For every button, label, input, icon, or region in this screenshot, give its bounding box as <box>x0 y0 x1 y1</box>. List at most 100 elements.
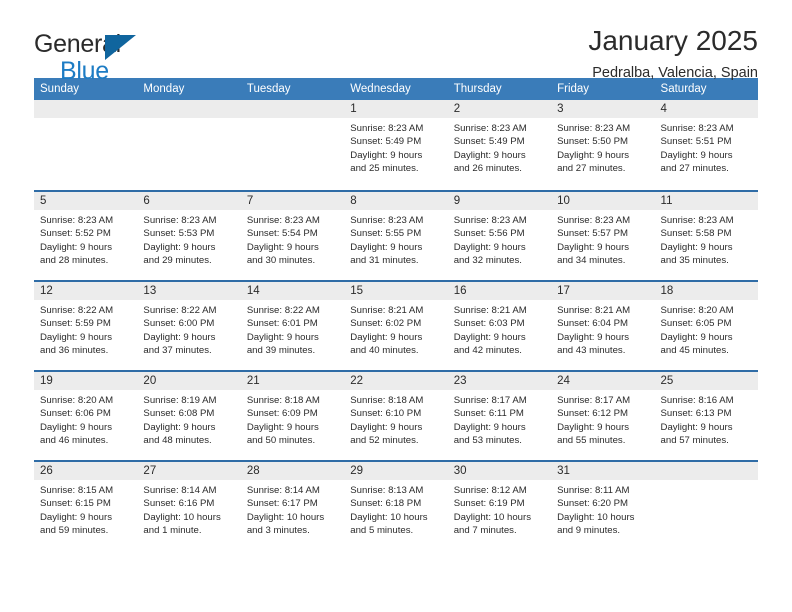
daylight-text-line2: and 50 minutes. <box>246 435 316 447</box>
daylight-text-line1: Daylight: 9 hours <box>246 331 319 343</box>
daylight-text-line2: and 57 minutes. <box>660 435 729 447</box>
day-details: Sunrise: 8:23 AM Sunset: 5:49 PM Daylight:… <box>448 118 551 176</box>
sunset-text: Sunset: 5:52 PM <box>40 228 111 240</box>
day-details: Sunrise: 8:13 AM Sunset: 6:18 PM Daylight:… <box>344 480 447 538</box>
sunset-text: Sunset: 5:54 PM <box>246 228 318 240</box>
logo-flag-icon <box>105 35 136 60</box>
calendar-day-cell[interactable]: 19 Sunrise: 8:20 AM Sunset: 6:06 PM Dayligh… <box>34 372 138 460</box>
calendar-day-cell[interactable]: 26 Sunrise: 8:15 AM Sunset: 6:15 PM Dayligh… <box>34 462 138 550</box>
sunrise-text: Sunrise: 8:12 AM <box>453 485 527 496</box>
calendar-day-cell-empty <box>137 100 241 190</box>
sunrise-text: Sunrise: 8:23 AM <box>246 215 320 226</box>
sunrise-text: Sunrise: 8:14 AM <box>143 485 217 496</box>
sunset-text: Sunset: 6:15 PM <box>40 498 111 510</box>
day-number: 25 <box>654 372 758 390</box>
day-details: Sunrise: 8:11 AM Sunset: 6:20 PM Daylight:… <box>551 480 654 538</box>
day-number: 26 <box>34 462 138 480</box>
daylight-text-line1: Daylight: 9 hours <box>660 331 733 343</box>
day-details: Sunrise: 8:16 AM Sunset: 6:13 PM Daylight:… <box>655 390 758 448</box>
calendar-day-cell[interactable]: 2 Sunrise: 8:23 AM Sunset: 5:49 PM Daylight… <box>447 100 552 190</box>
calendar-day-cell[interactable]: 30 Sunrise: 8:12 AM Sunset: 6:19 PM Dayligh… <box>447 462 552 550</box>
day-details: Sunrise: 8:20 AM Sunset: 6:06 PM Daylight:… <box>34 390 137 448</box>
sunset-text: Sunset: 6:13 PM <box>660 408 732 420</box>
day-number <box>34 100 138 118</box>
sunrise-text: Sunrise: 8:18 AM <box>246 395 320 406</box>
day-details: Sunrise: 8:23 AM Sunset: 5:51 PM Daylight:… <box>655 118 758 176</box>
day-number: 8 <box>344 192 448 210</box>
calendar-day-cell[interactable]: 5 Sunrise: 8:23 AM Sunset: 5:52 PM Daylight… <box>34 192 138 280</box>
calendar-week-row: 1 Sunrise: 8:23 AM Sunset: 5:49 PM Daylight… <box>34 100 758 190</box>
calendar-day-cell[interactable]: 28 Sunrise: 8:14 AM Sunset: 6:17 PM Dayligh… <box>240 462 345 550</box>
sunrise-text: Sunrise: 8:15 AM <box>40 485 114 496</box>
calendar-day-cell[interactable]: 7 Sunrise: 8:23 AM Sunset: 5:54 PM Daylight… <box>240 192 345 280</box>
calendar-day-cell[interactable]: 25 Sunrise: 8:16 AM Sunset: 6:13 PM Dayligh… <box>654 372 758 460</box>
calendar-day-cell[interactable]: 22 Sunrise: 8:18 AM Sunset: 6:10 PM Dayligh… <box>344 372 448 460</box>
day-details: Sunrise: 8:15 AM Sunset: 6:15 PM Daylight:… <box>34 480 137 538</box>
sunrise-text: Sunrise: 8:23 AM <box>453 215 527 226</box>
sunset-text: Sunset: 6:20 PM <box>557 498 629 510</box>
sunset-text: Sunset: 5:50 PM <box>557 136 629 148</box>
day-details: Sunrise: 8:23 AM Sunset: 5:58 PM Daylight:… <box>655 210 758 268</box>
daylight-text-line1: Daylight: 9 hours <box>557 421 630 433</box>
daylight-text-line1: Daylight: 9 hours <box>40 241 112 253</box>
day-number: 19 <box>34 372 138 390</box>
calendar-day-cell[interactable]: 27 Sunrise: 8:14 AM Sunset: 6:16 PM Dayligh… <box>137 462 241 550</box>
sunrise-text: Sunrise: 8:22 AM <box>40 305 114 316</box>
calendar-day-cell[interactable]: 14 Sunrise: 8:22 AM Sunset: 6:01 PM Dayligh… <box>240 282 345 370</box>
calendar-day-cell[interactable]: 18 Sunrise: 8:20 AM Sunset: 6:05 PM Dayligh… <box>654 282 758 370</box>
sunset-text: Sunset: 5:56 PM <box>453 228 525 240</box>
calendar-day-cell[interactable]: 9 Sunrise: 8:23 AM Sunset: 5:56 PM Daylight… <box>447 192 552 280</box>
daylight-text-line1: Daylight: 9 hours <box>350 331 423 343</box>
calendar-day-cell[interactable]: 13 Sunrise: 8:22 AM Sunset: 6:00 PM Dayligh… <box>137 282 241 370</box>
calendar-day-cell[interactable]: 11 Sunrise: 8:23 AM Sunset: 5:58 PM Dayligh… <box>654 192 758 280</box>
daylight-text-line1: Daylight: 9 hours <box>143 331 216 343</box>
daylight-text-line1: Daylight: 9 hours <box>453 149 526 161</box>
daylight-text-line2: and 9 minutes. <box>557 525 621 537</box>
calendar-day-cell[interactable]: 24 Sunrise: 8:17 AM Sunset: 6:12 PM Dayligh… <box>551 372 655 460</box>
calendar-day-cell[interactable]: 10 Sunrise: 8:23 AM Sunset: 5:57 PM Dayligh… <box>551 192 655 280</box>
daylight-text-line2: and 1 minute. <box>143 525 202 537</box>
day-number: 7 <box>240 192 345 210</box>
calendar-day-cell[interactable]: 12 Sunrise: 8:22 AM Sunset: 5:59 PM Dayligh… <box>34 282 138 370</box>
calendar-day-cell[interactable]: 15 Sunrise: 8:21 AM Sunset: 6:02 PM Dayligh… <box>344 282 448 370</box>
sunrise-text: Sunrise: 8:19 AM <box>143 395 217 406</box>
sunrise-text: Sunrise: 8:18 AM <box>350 395 424 406</box>
day-number: 23 <box>447 372 552 390</box>
daylight-text-line2: and 27 minutes. <box>660 163 729 175</box>
general-blue-logo[interactable]: General Blue <box>34 26 136 85</box>
calendar-day-cell[interactable]: 4 Sunrise: 8:23 AM Sunset: 5:51 PM Daylight… <box>654 100 758 190</box>
daylight-text-line2: and 39 minutes. <box>246 345 316 357</box>
sunset-text: Sunset: 6:16 PM <box>143 498 215 510</box>
calendar-day-cell[interactable]: 20 Sunrise: 8:19 AM Sunset: 6:08 PM Dayligh… <box>137 372 241 460</box>
daylight-text-line1: Daylight: 9 hours <box>453 331 526 343</box>
sunrise-text: Sunrise: 8:17 AM <box>453 395 527 406</box>
daylight-text-line1: Daylight: 9 hours <box>350 149 423 161</box>
page-header: General Blue January 2025 Pedralba, Vale… <box>34 0 758 83</box>
daylight-text-line2: and 26 minutes. <box>453 163 522 175</box>
day-details: Sunrise: 8:17 AM Sunset: 6:12 PM Daylight:… <box>551 390 654 448</box>
calendar-day-cell[interactable]: 29 Sunrise: 8:13 AM Sunset: 6:18 PM Dayligh… <box>344 462 448 550</box>
calendar-day-cell[interactable]: 21 Sunrise: 8:18 AM Sunset: 6:09 PM Dayligh… <box>240 372 345 460</box>
daylight-text-line1: Daylight: 10 hours <box>350 511 428 523</box>
calendar-page: General Blue January 2025 Pedralba, Vale… <box>0 0 792 612</box>
day-number: 4 <box>654 100 758 118</box>
calendar-day-cell[interactable]: 8 Sunrise: 8:23 AM Sunset: 5:55 PM Daylight… <box>344 192 448 280</box>
logo-text-blue: Blue <box>60 57 109 85</box>
sunrise-text: Sunrise: 8:23 AM <box>40 215 114 226</box>
day-number <box>137 100 241 118</box>
calendar-day-cell[interactable]: 1 Sunrise: 8:23 AM Sunset: 5:49 PM Daylight… <box>344 100 448 190</box>
calendar-day-cell[interactable]: 31 Sunrise: 8:11 AM Sunset: 6:20 PM Dayligh… <box>551 462 655 550</box>
sunset-text: Sunset: 5:58 PM <box>660 228 732 240</box>
calendar-day-cell[interactable]: 17 Sunrise: 8:21 AM Sunset: 6:04 PM Dayligh… <box>551 282 655 370</box>
calendar-day-cell[interactable]: 23 Sunrise: 8:17 AM Sunset: 6:11 PM Dayligh… <box>447 372 552 460</box>
daylight-text-line1: Daylight: 9 hours <box>557 331 630 343</box>
day-details: Sunrise: 8:23 AM Sunset: 5:53 PM Daylight:… <box>137 210 240 268</box>
calendar-day-cell[interactable]: 3 Sunrise: 8:23 AM Sunset: 5:50 PM Daylight… <box>551 100 655 190</box>
sunrise-text: Sunrise: 8:22 AM <box>143 305 217 316</box>
calendar-day-cell[interactable]: 6 Sunrise: 8:23 AM Sunset: 5:53 PM Daylight… <box>137 192 241 280</box>
sunrise-text: Sunrise: 8:20 AM <box>660 305 734 316</box>
day-number: 13 <box>137 282 241 300</box>
daylight-text-line2: and 45 minutes. <box>660 345 729 357</box>
calendar-day-cell[interactable]: 16 Sunrise: 8:21 AM Sunset: 6:03 PM Dayligh… <box>447 282 552 370</box>
daylight-text-line2: and 5 minutes. <box>350 525 414 537</box>
